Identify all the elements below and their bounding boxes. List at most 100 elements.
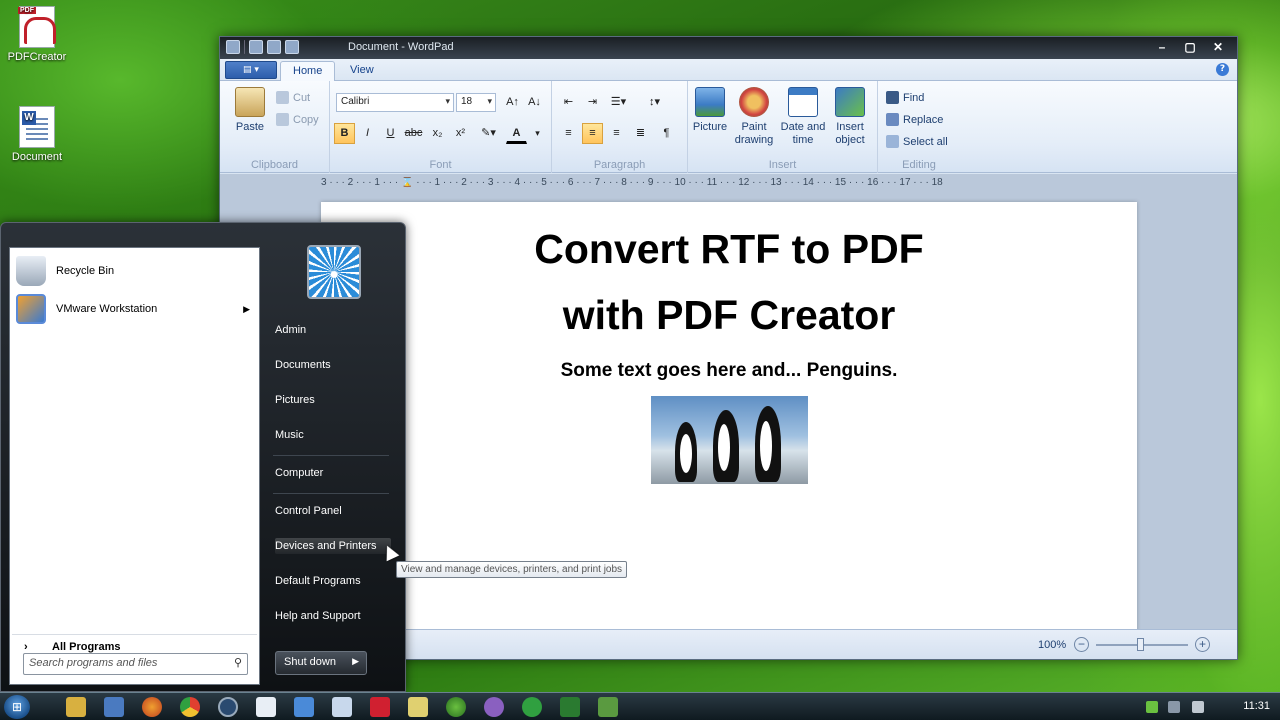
italic-icon[interactable]: I <box>357 123 378 144</box>
underline-icon[interactable]: U <box>380 123 401 144</box>
picture-icon <box>695 87 725 117</box>
pdfcreator-icon: PDF <box>18 6 56 48</box>
start-item-admin[interactable]: Admin <box>275 324 391 336</box>
font-family-select[interactable]: Calibri <box>336 93 454 112</box>
explorer-icon[interactable] <box>66 697 86 717</box>
bullets-icon[interactable]: ☰▾ <box>608 92 629 113</box>
ruler[interactable]: 3 · · · 2 · · · 1 · · · ⌛ · · · 1 · · · … <box>321 177 1137 193</box>
file-icon[interactable] <box>408 697 428 717</box>
app-icon[interactable] <box>294 697 314 717</box>
start-item-default-programs[interactable]: Default Programs <box>275 575 391 587</box>
flag-icon[interactable] <box>1168 701 1180 713</box>
start-item-help-and-support[interactable]: Help and Support <box>275 610 391 622</box>
green-app-icon[interactable] <box>446 697 466 717</box>
replace-button[interactable]: Replace <box>886 113 943 126</box>
firefox-icon[interactable] <box>142 697 162 717</box>
phone-app-icon[interactable] <box>522 697 542 717</box>
date-time-button[interactable]: Date and time <box>778 87 828 147</box>
line-spacing-icon[interactable]: ↕▾ <box>644 92 665 113</box>
chrome-icon[interactable] <box>180 697 200 717</box>
search-input[interactable]: Search programs and files ⚲ <box>23 653 248 675</box>
chevron-right-icon: › <box>24 641 28 653</box>
start-item-control-panel[interactable]: Control Panel <box>275 505 391 517</box>
select-all-icon <box>886 135 899 148</box>
copy-button[interactable]: Copy <box>276 113 319 126</box>
start-item-music[interactable]: Music <box>275 429 391 441</box>
pdf-icon[interactable] <box>370 697 390 717</box>
find-button[interactable]: Find <box>886 91 924 104</box>
help-icon[interactable]: ? <box>1216 63 1229 76</box>
paste-button[interactable]: Paste <box>228 87 272 133</box>
wordpad-taskbar-icon[interactable] <box>598 697 618 717</box>
shutdown-button[interactable]: Shut down ▶ <box>275 651 367 675</box>
start-item-computer[interactable]: Computer <box>275 467 391 479</box>
decrease-indent-icon[interactable]: ⇤ <box>558 92 579 113</box>
minimize-button[interactable]: – <box>1149 39 1175 56</box>
tooltip: View and manage devices, printers, and p… <box>396 561 628 578</box>
notepad-icon[interactable] <box>256 697 276 717</box>
subscript-icon[interactable]: x₂ <box>427 123 448 144</box>
window-title: Document - WordPad <box>348 41 454 53</box>
insert-object-icon <box>835 87 865 117</box>
start-menu-places: Admin Documents Pictures Music Computer … <box>265 223 405 693</box>
increase-indent-icon[interactable]: ⇥ <box>582 92 603 113</box>
paragraph-settings-icon[interactable]: ¶ <box>656 123 677 144</box>
highlight-icon[interactable]: ✎▾ <box>478 123 499 144</box>
strikethrough-icon[interactable]: abc <box>403 123 424 144</box>
zoom-in-icon[interactable]: + <box>1195 637 1210 652</box>
clock[interactable]: 11:31 <box>1243 700 1270 712</box>
scissors-icon <box>276 91 289 104</box>
user-avatar[interactable] <box>307 245 361 299</box>
paint-palette-icon <box>739 87 769 117</box>
insert-group: Picture Paint drawing Date and time Inse… <box>688 81 878 173</box>
align-left-icon[interactable]: ≡ <box>558 123 579 144</box>
cut-button[interactable]: Cut <box>276 91 310 104</box>
desktop-icon-document[interactable]: W Document <box>0 106 74 163</box>
picture-button[interactable]: Picture <box>692 87 728 133</box>
zoom-out-icon[interactable]: − <box>1074 637 1089 652</box>
justify-icon[interactable]: ≣ <box>630 123 651 144</box>
application-menu-button[interactable]: ▤ ▾ <box>225 61 277 79</box>
redo-icon[interactable] <box>285 40 299 54</box>
taskbar: ⊞ 11:31 <box>0 692 1280 720</box>
select-all-button[interactable]: Select all <box>886 135 948 148</box>
close-button[interactable]: ✕ <box>1205 39 1231 56</box>
clipboard-group: Paste Cut Copy Clipboard <box>220 81 330 173</box>
title-bar[interactable]: Document - WordPad – ▢ ✕ <box>220 37 1237 59</box>
align-right-icon[interactable]: ≡ <box>606 123 627 144</box>
penguins-image[interactable] <box>650 396 808 484</box>
vmware-icon <box>16 294 46 324</box>
undo-icon[interactable] <box>267 40 281 54</box>
paint-drawing-button[interactable]: Paint drawing <box>734 87 774 147</box>
shrink-font-icon[interactable]: A↓ <box>524 92 545 113</box>
font-size-select[interactable]: 18 <box>456 93 496 112</box>
volume-icon[interactable] <box>1192 701 1204 713</box>
power-icon[interactable] <box>218 697 238 717</box>
zoom-slider-thumb[interactable] <box>1137 638 1144 651</box>
text-color-icon[interactable]: A <box>506 123 527 144</box>
font-group: Calibri 18 A↑ A↓ B I U abc x₂ x² ✎▾ A ▾ … <box>330 81 552 173</box>
start-item-pictures[interactable]: Pictures <box>275 394 391 406</box>
save-icon[interactable] <box>249 40 263 54</box>
save-disk-icon[interactable] <box>104 697 124 717</box>
chevron-right-icon[interactable]: ▶ <box>352 656 359 667</box>
network-icon[interactable] <box>1146 701 1158 713</box>
tab-view[interactable]: View <box>338 61 386 82</box>
viber-icon[interactable] <box>484 697 504 717</box>
grow-font-icon[interactable]: A↑ <box>502 92 523 113</box>
superscript-icon[interactable]: x² <box>450 123 471 144</box>
insert-object-button[interactable]: Insert object <box>830 87 870 147</box>
program-vmware-workstation[interactable]: VMware Workstation ▶ <box>16 294 254 324</box>
document-icon[interactable] <box>332 697 352 717</box>
bold-icon[interactable]: B <box>334 123 355 144</box>
start-item-devices-and-printers[interactable]: Devices and Printers <box>275 538 391 554</box>
align-center-icon[interactable]: ≡ <box>582 123 603 144</box>
terminal-icon[interactable] <box>560 697 580 717</box>
start-button[interactable]: ⊞ <box>4 695 30 719</box>
tab-home[interactable]: Home <box>280 61 336 82</box>
maximize-button[interactable]: ▢ <box>1177 39 1203 56</box>
program-recycle-bin[interactable]: Recycle Bin <box>16 256 254 286</box>
start-item-documents[interactable]: Documents <box>275 359 391 371</box>
text-color-dropdown-icon[interactable]: ▾ <box>527 123 548 144</box>
desktop-icon-pdfcreator[interactable]: PDF PDFCreator <box>0 6 74 63</box>
